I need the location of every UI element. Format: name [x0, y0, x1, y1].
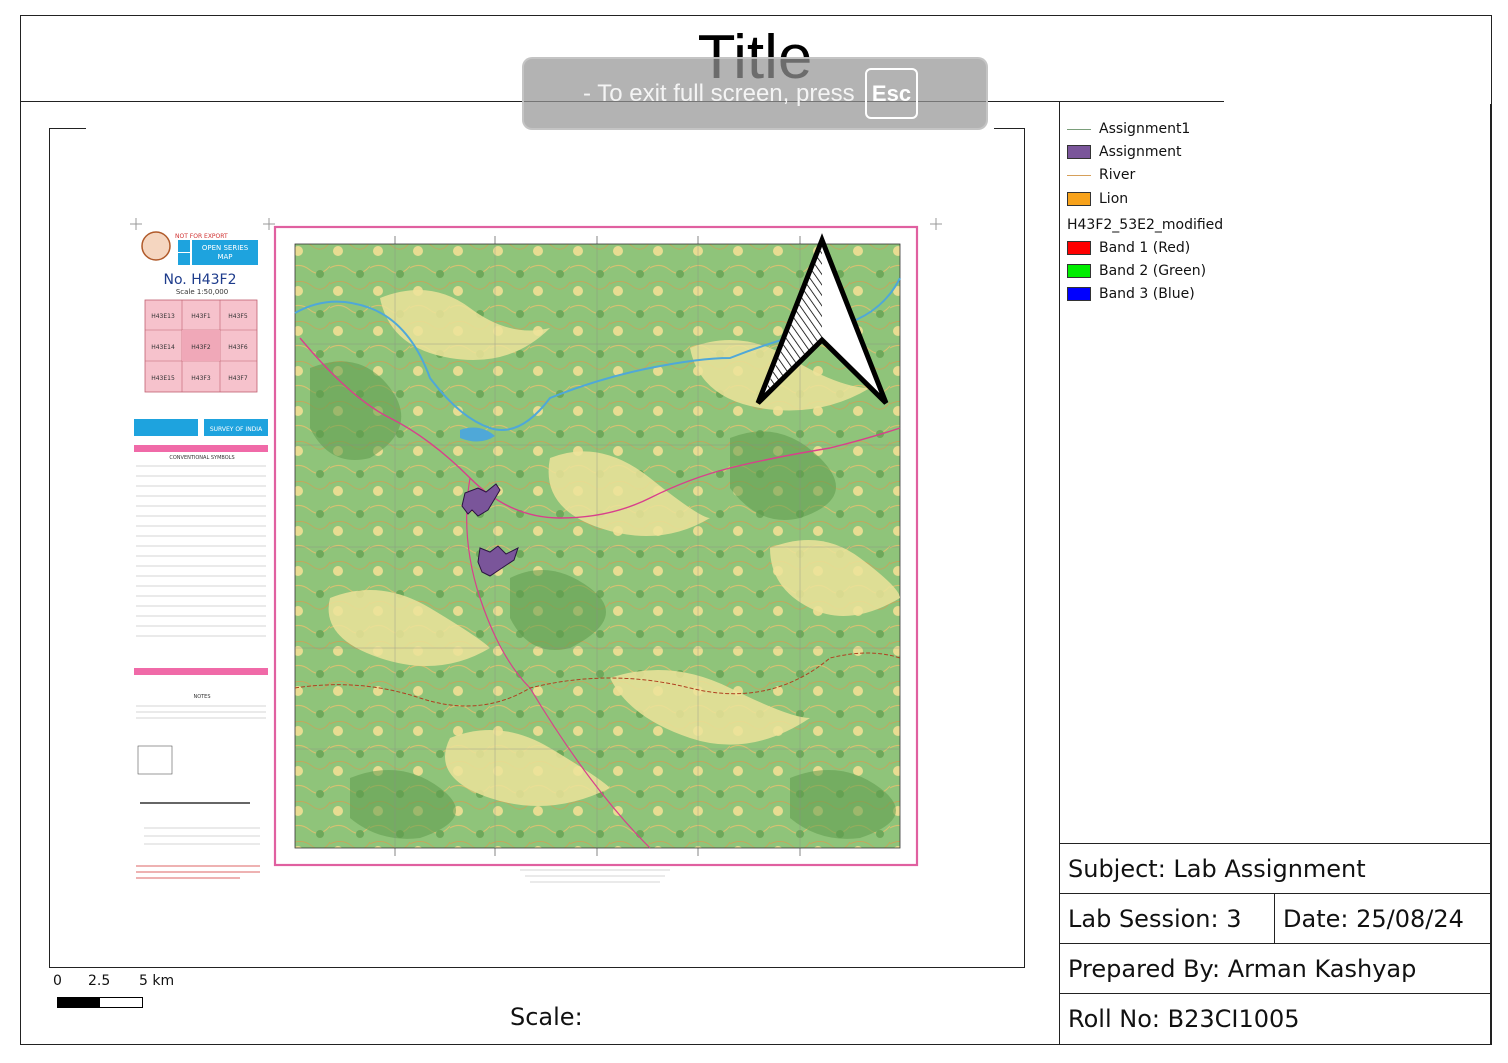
index-cell: H43F2: [191, 344, 211, 351]
legend-item-assignment: Assignment: [1067, 142, 1181, 162]
legend-label: River: [1099, 167, 1136, 183]
fullscreen-notice-text: - To exit full screen, press: [583, 80, 855, 107]
svg-text:OPEN SERIES: OPEN SERIES: [202, 244, 249, 252]
session-cell: Lab Session: 3: [1059, 893, 1275, 944]
legend-label: Lion: [1099, 191, 1129, 207]
index-cell: H43F6: [228, 344, 248, 351]
fill-symbol-icon: [1067, 241, 1091, 255]
svg-text:MAP: MAP: [217, 253, 232, 261]
esc-key[interactable]: Esc: [865, 68, 918, 119]
scale-bar-segment: [57, 997, 100, 1008]
index-cell: H43E14: [151, 344, 175, 351]
legend-label: Band 3 (Blue): [1099, 286, 1195, 302]
subject-cell: Subject: Lab Assignment: [1059, 843, 1491, 894]
scale-tick-label: 0: [53, 973, 62, 989]
map-marginalia: NOT FOR EXPORT OPEN SERIES MAP No. H43F2…: [134, 231, 268, 879]
index-cell: H43F5: [228, 313, 248, 320]
legend-label: Band 2 (Green): [1099, 263, 1207, 279]
scale-label: Scale:: [510, 1003, 583, 1031]
legend-label: Band 1 (Red): [1099, 240, 1191, 256]
legend-item-band-blue: Band 3 (Blue): [1067, 284, 1195, 304]
map-canvas: NOT FOR EXPORT OPEN SERIES MAP No. H43F2…: [130, 218, 942, 883]
sheet-scale: Scale 1:50,000: [176, 288, 228, 296]
roll-no-cell: Roll No: B23CI1005: [1059, 993, 1491, 1045]
legend-item-river: River: [1067, 165, 1135, 185]
scale-tick-label: 5 km: [139, 973, 175, 989]
index-cell: H43E13: [151, 313, 175, 320]
legend-item-band-green: Band 2 (Green): [1067, 261, 1206, 281]
fill-symbol-icon: [1067, 145, 1091, 159]
legend-raster-group: H43F2_53E2_modified: [1067, 217, 1224, 233]
fill-symbol-icon: [1067, 264, 1091, 278]
soi-emblem-icon: [141, 231, 171, 261]
notes-heading: NOTES: [193, 694, 210, 700]
scale-tick-label: 2.5: [88, 973, 111, 989]
topographic-map-sheet: NOT FOR EXPORT OPEN SERIES MAP No. H43F2…: [130, 218, 945, 890]
prepared-by-cell: Prepared By: Arman Kashyap: [1059, 943, 1491, 994]
fill-symbol-icon: [1067, 192, 1091, 206]
index-cell: H43E15: [151, 375, 175, 382]
index-cell: H43F3: [191, 375, 211, 382]
agency-name: SURVEY OF INDIA: [210, 426, 263, 433]
legend: Assignment1 Assignment River Lion H43F2_…: [1059, 101, 1491, 321]
export-note: NOT FOR EXPORT: [175, 233, 228, 240]
symbols-heading: CONVENTIONAL SYMBOLS: [169, 455, 234, 461]
legend-label: Assignment1: [1099, 121, 1191, 137]
fill-symbol-icon: [1067, 287, 1091, 301]
line-symbol-icon: [1067, 128, 1091, 130]
legend-label: Assignment: [1099, 144, 1182, 160]
sheet-number: No. H43F2: [164, 272, 237, 288]
index-cell: H43F7: [228, 375, 248, 382]
date-cell: Date: 25/08/24: [1274, 893, 1491, 944]
legend-item-lion: Lion: [1067, 189, 1128, 209]
legend-item-band-red: Band 1 (Red): [1067, 238, 1190, 258]
line-symbol-icon: [1067, 174, 1091, 176]
legend-item-assignment1: Assignment1: [1067, 119, 1190, 139]
index-cell: H43F1: [191, 313, 211, 320]
